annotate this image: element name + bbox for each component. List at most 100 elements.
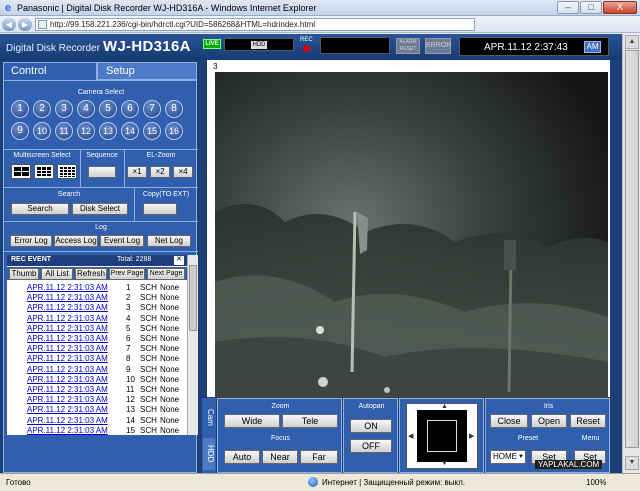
rec-event-total: Total: 2288 (117, 256, 152, 263)
tab-setup[interactable]: Setup (97, 62, 197, 80)
status-display (320, 37, 390, 54)
scroll-thumb[interactable] (189, 265, 197, 331)
ie-icon: e (4, 1, 12, 14)
camera-button-11[interactable]: 11 (55, 122, 73, 140)
camera-button-12[interactable]: 12 (77, 122, 95, 140)
sixteen-split-button[interactable] (57, 164, 77, 179)
camera-button-2[interactable]: 2 (33, 100, 51, 118)
camera-select-title: Camera Select (77, 89, 125, 96)
ampm-badge: AM (584, 41, 601, 53)
zoom-wide-button[interactable]: Wide (224, 414, 280, 428)
zoom-level[interactable]: 100% (586, 478, 606, 487)
camera-button-8[interactable]: 8 (165, 100, 183, 118)
preset-title: Preset (517, 435, 539, 442)
access-log-button[interactable]: Access Log (54, 235, 98, 247)
camera-button-16[interactable]: 16 (165, 122, 183, 140)
rec-event-status: None (160, 425, 180, 435)
error-log-button[interactable]: Error Log (10, 235, 52, 247)
camera-button-4[interactable]: 4 (77, 100, 95, 118)
preset-value: HOME (493, 452, 517, 461)
iris-open-button[interactable]: Open (531, 414, 567, 428)
next-page-button[interactable]: Next Page (147, 268, 185, 280)
watermark: YAPLAKAL.COM (535, 460, 603, 469)
copy-title: Copy(TO EXT) (142, 191, 190, 198)
event-log-button[interactable]: Event Log (100, 235, 144, 247)
scroll-thumb[interactable] (625, 50, 639, 448)
multiscreen-title: Multiscreen Select (13, 152, 71, 159)
rec-event-header: REC EVENT Total: 2288 ✕ (7, 255, 187, 266)
page-scrollbar[interactable]: ▲ ▼ (622, 34, 640, 473)
divider (4, 187, 198, 188)
error-button[interactable]: ERROR (425, 38, 451, 54)
el-zoom-x4-button[interactable]: ×4 (173, 166, 193, 178)
net-log-button[interactable]: Net Log (147, 235, 191, 247)
hdd-label: HDD (251, 41, 267, 49)
zoom-tele-button[interactable]: Tele (282, 414, 338, 428)
url-text: http://99.158.221.236/cgi-bin/hdrctl.cgi… (50, 19, 316, 29)
pan-tilt-target-icon (427, 420, 457, 452)
rec-event-scrollbar[interactable] (187, 255, 198, 435)
close-icon[interactable]: ✕ (174, 256, 184, 265)
iris-reset-button[interactable]: Reset (570, 414, 606, 428)
forward-icon[interactable]: ▶ (18, 17, 32, 31)
disk-select-button[interactable]: Disk Select (72, 203, 128, 215)
title-bar: e Panasonic | Digital Disk Recorder WJ-H… (0, 0, 640, 16)
camera-button-1[interactable]: 1 (11, 100, 29, 118)
arrow-right-icon[interactable]: ▶ (469, 432, 474, 440)
autopan-title: Autopan (358, 403, 385, 410)
brand-subtitle: Digital Disk Recorder (6, 43, 100, 54)
scroll-up-icon[interactable]: ▲ (625, 35, 639, 49)
chevron-down-icon: ▼ (518, 454, 524, 460)
scroll-down-icon[interactable]: ▼ (625, 456, 639, 470)
rec-event-date[interactable]: APR.11.12 2:31:03 AM (27, 425, 108, 436)
pan-tilt-pad[interactable]: ▲ ▼ ◀ ▶ (406, 403, 478, 469)
focus-auto-button[interactable]: Auto (224, 450, 260, 464)
alarm-reset-button[interactable]: ALARM RESET (396, 38, 420, 54)
el-zoom-x2-button[interactable]: ×2 (150, 166, 170, 178)
el-zoom-x1-button[interactable]: ×1 (127, 166, 147, 178)
divider (4, 251, 198, 252)
arrow-down-icon[interactable]: ▼ (441, 460, 448, 467)
maximize-button[interactable]: □ (580, 1, 602, 14)
refresh-button[interactable]: Refresh (75, 268, 107, 280)
copy-button[interactable] (143, 203, 177, 215)
camera-button-5[interactable]: 5 (99, 100, 117, 118)
url-field[interactable]: http://99.158.221.236/cgi-bin/hdrctl.cgi… (35, 17, 475, 31)
quad-split-button[interactable] (11, 164, 31, 179)
nine-split-button[interactable] (34, 164, 54, 179)
camera-button-6[interactable]: 6 (121, 100, 139, 118)
hdd-tab[interactable]: HDD (203, 438, 215, 470)
camera-button-10[interactable]: 10 (33, 122, 51, 140)
pan-tilt-group: ▲ ▼ ◀ ▶ (399, 398, 484, 473)
iris-close-button[interactable]: Close (490, 414, 528, 428)
camera-button-3[interactable]: 3 (55, 100, 73, 118)
autopan-off-button[interactable]: OFF (350, 439, 392, 453)
control-panel: Camera Select 1 2 3 4 5 6 7 8 9 10 11 12 13 14 15 16 Mu… (3, 80, 198, 473)
arrow-up-icon[interactable]: ▲ (441, 403, 448, 410)
rec-label: REC (300, 37, 313, 43)
arrow-left-icon[interactable]: ◀ (408, 432, 413, 440)
all-list-button[interactable]: All List (41, 268, 73, 280)
camera-button-14[interactable]: 14 (121, 122, 139, 140)
minimize-button[interactable]: – (557, 1, 579, 14)
cam-tab[interactable]: Cam (203, 402, 215, 432)
preset-select[interactable]: HOME ▼ (490, 450, 526, 464)
camera-button-13[interactable]: 13 (99, 122, 117, 140)
rec-event-toolbar: Thumb All List Refresh Prev Page Next Pa… (7, 267, 187, 280)
camera-video[interactable] (215, 72, 608, 407)
camera-button-9[interactable]: 9 (11, 122, 29, 140)
prev-page-button[interactable]: Prev Page (109, 268, 145, 280)
pan-tilt-center[interactable] (417, 410, 467, 462)
sequence-button[interactable] (88, 166, 116, 178)
tab-control[interactable]: Control (3, 62, 97, 80)
focus-near-button[interactable]: Near (262, 450, 298, 464)
focus-far-button[interactable]: Far (300, 450, 338, 464)
camera-button-15[interactable]: 15 (143, 122, 161, 140)
divider (4, 221, 198, 222)
thumb-button[interactable]: Thumb (9, 268, 39, 280)
autopan-on-button[interactable]: ON (350, 419, 392, 433)
back-icon[interactable]: ◀ (2, 17, 16, 31)
search-button[interactable]: Search (11, 203, 69, 215)
close-window-button[interactable]: X (603, 1, 637, 14)
camera-button-7[interactable]: 7 (143, 100, 161, 118)
